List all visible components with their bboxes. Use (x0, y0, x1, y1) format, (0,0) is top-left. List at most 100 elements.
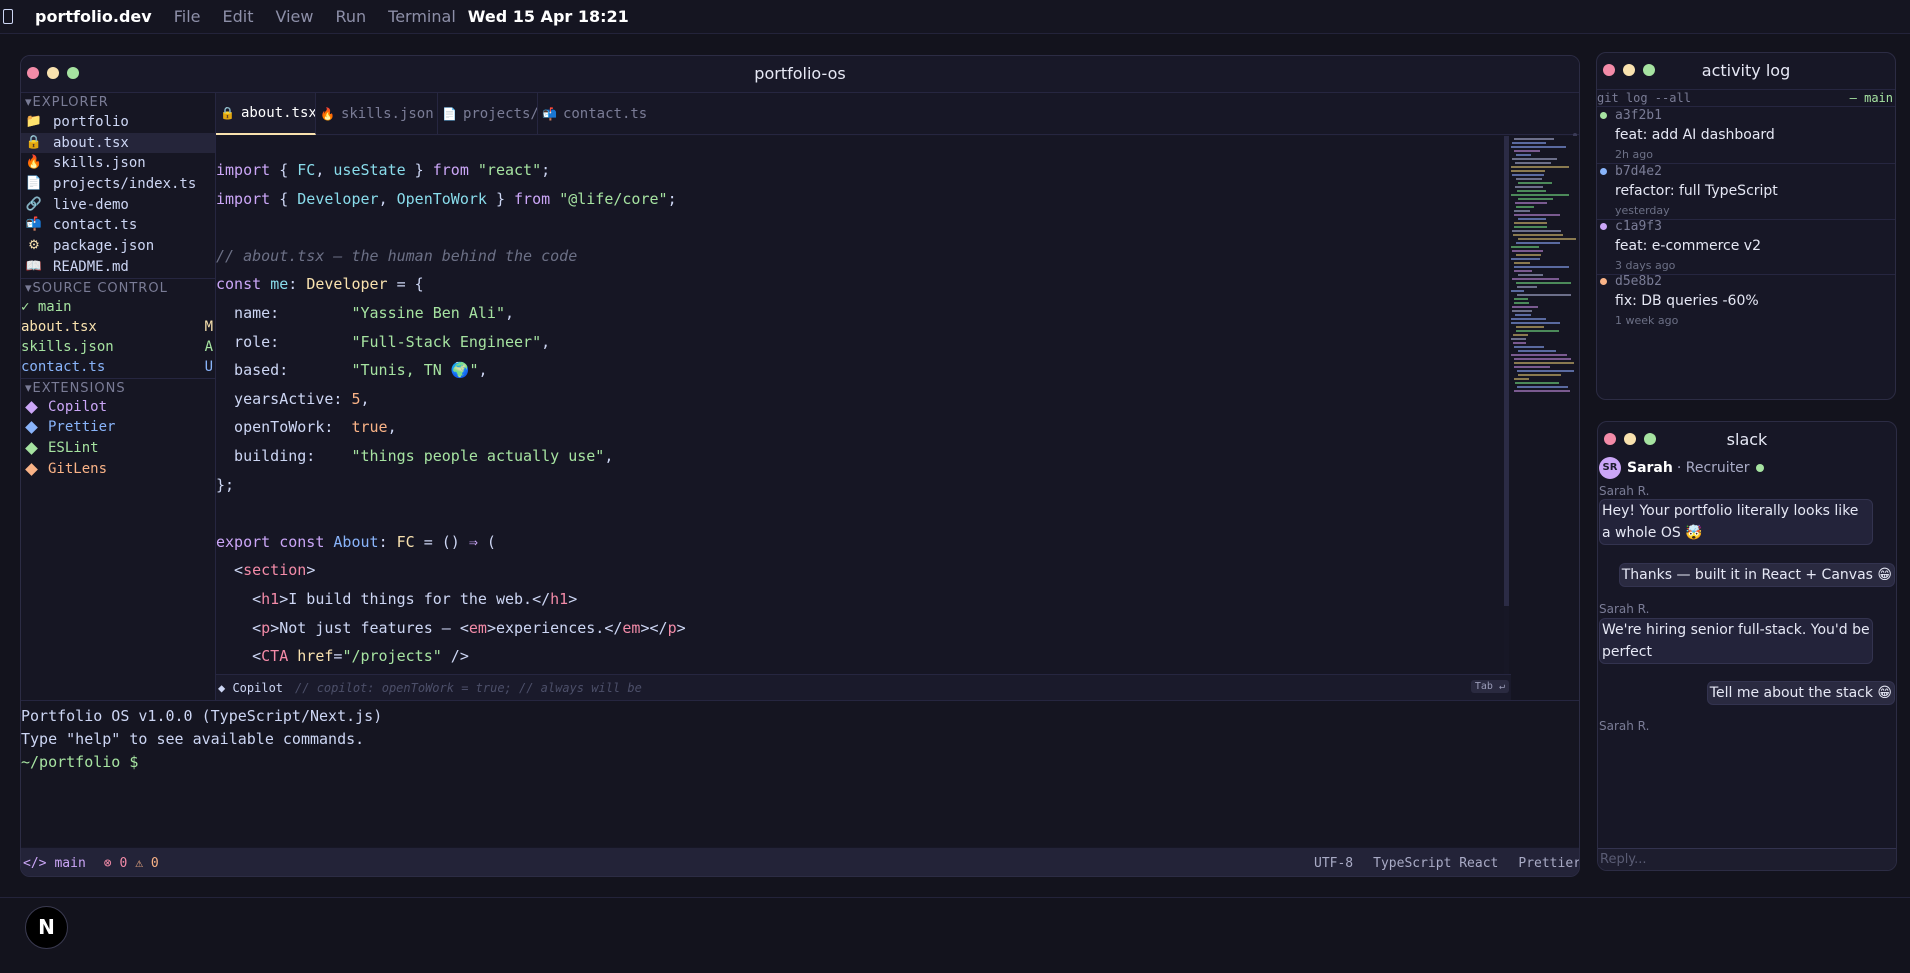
menu-view[interactable]: View (275, 7, 313, 26)
change-item[interactable]: contact.ts U (21, 357, 215, 377)
source-control-heading[interactable]: ▾SOURCE CONTROL (21, 277, 215, 297)
explorer-heading[interactable]: ▾EXPLORER (21, 93, 215, 112)
commit-item[interactable]: a3f2b1 feat: add AI dashboard 2h ago (1597, 108, 1895, 164)
apple-menu-icon[interactable] (3, 9, 13, 24)
status-encoding[interactable]: UTF-8 (1314, 856, 1353, 871)
online-status-icon (1755, 464, 1764, 472)
minimap-line (1512, 278, 1559, 280)
minimap[interactable] (1509, 136, 1579, 700)
commit-item[interactable]: b7d4e2 refactor: full TypeScript yesterd… (1597, 164, 1895, 220)
extension-gitlens[interactable]: GitLens (21, 459, 215, 480)
minimap-line (1517, 370, 1574, 372)
boolean-literal: true (351, 418, 388, 437)
change-file: about.tsx (21, 318, 97, 335)
explorer-item-live-demo[interactable]: 🔗 live-demo (21, 195, 215, 216)
launcher-button[interactable]: N (25, 906, 68, 949)
explorer-item-skills[interactable]: 🔥 skills.json (21, 153, 215, 174)
copilot-label: ◆ Copilot (218, 680, 284, 695)
extension-label: Prettier (48, 419, 116, 436)
minimap-line (1518, 274, 1543, 276)
change-status: M (204, 318, 213, 335)
tab-about[interactable]: 🔒 about.tsx (216, 93, 316, 135)
terminal-line: Portfolio OS v1.0.0 (TypeScript/Next.js) (21, 707, 383, 725)
status-warnings[interactable]: ⚠ 0 (135, 856, 158, 871)
jsx-text: Not just features — (279, 618, 460, 637)
chat-header[interactable]: SR Sarah · Recruiter (1598, 457, 1896, 479)
contact-name: Sarah (1627, 460, 1673, 476)
mailbox-icon: 📬 (542, 107, 557, 121)
extension-copilot[interactable]: Copilot (21, 397, 215, 418)
extension-eslint[interactable]: ESLint (21, 438, 215, 459)
code-line: <h1>I build things for the web.</h1> (216, 589, 578, 608)
minimap-line (1514, 358, 1571, 360)
commit-item[interactable]: c1a9f3 feat: e-commerce v2 3 days ago (1597, 219, 1895, 275)
status-errors[interactable]: ⊗ 0 (104, 856, 127, 871)
slack-window: slack SR Sarah · Recruiter Sarah R. Hey!… (1597, 421, 1897, 871)
minimap-line (1514, 378, 1529, 380)
commit-message: feat: e-commerce v2 (1615, 238, 1761, 254)
code-line: // about.tsx — the human behind the code (216, 242, 1504, 271)
minimap-line (1514, 366, 1550, 368)
terminal-panel[interactable]: Portfolio OS v1.0.0 (TypeScript/Next.js)… (21, 700, 1579, 847)
reply-input[interactable]: Reply... (1598, 848, 1896, 870)
git-command: git log --all (1597, 91, 1691, 105)
minimap-line (1512, 174, 1544, 176)
minimap-line (1514, 346, 1544, 348)
tab-contact[interactable]: 📬 contact.ts (538, 93, 650, 135)
tab-label: about.tsx (240, 105, 316, 121)
change-item[interactable]: skills.json A (21, 337, 215, 357)
commit-dot (1600, 112, 1607, 119)
accept-suggestion-key[interactable]: Tab ↵ (1470, 680, 1509, 693)
minimap-line (1511, 146, 1566, 148)
minimap-line (1512, 250, 1543, 252)
minimap-line (1516, 178, 1542, 180)
explorer-item-label: package.json (53, 238, 155, 255)
explorer-item-readme[interactable]: 📖 README.md (21, 257, 215, 278)
terminal-prompt-line[interactable]: ~/portfolio $ (21, 751, 1579, 774)
commit-hash: a3f2b1 (1615, 108, 1662, 123)
menu-terminal[interactable]: Terminal (388, 7, 456, 26)
editor-tabs: 🔒 about.tsx 🔥 skills.json 📄 projects/ 📬 … (216, 93, 1579, 171)
minimap-line (1513, 334, 1528, 336)
file-icon: 📄 (25, 176, 43, 192)
explorer-item-about[interactable]: 🔒 about.tsx (21, 132, 215, 154)
change-status: U (204, 359, 213, 376)
status-branch[interactable]: main (54, 856, 85, 871)
tab-skills[interactable]: 🔥 skills.json (316, 93, 438, 135)
commit-time: yesterday (1615, 204, 1670, 217)
commit-time: 1 week ago (1615, 314, 1679, 327)
source-control-branch[interactable]: ✓ main (21, 297, 215, 317)
ide-titlebar[interactable]: portfolio-os (21, 56, 1579, 93)
message-bubble-own: Tell me about the stack 😁 (1706, 681, 1895, 705)
extension-prettier[interactable]: Prettier (21, 417, 215, 438)
code-editor[interactable]: import { FC, useState } from "react"; im… (216, 136, 1504, 674)
extensions-heading[interactable]: ▾EXTENSIONS (21, 377, 215, 397)
explorer-item-label: about.tsx (53, 134, 129, 151)
status-language[interactable]: TypeScript React (1373, 856, 1498, 871)
menu-file[interactable]: File (174, 7, 201, 26)
extension-label: Copilot (48, 398, 108, 415)
explorer-item-package[interactable]: ⚙ package.json (21, 236, 215, 257)
minimap-line (1514, 150, 1540, 152)
menu-run[interactable]: Run (335, 7, 366, 26)
code-line: openToWork: true, (216, 418, 397, 437)
explorer-item-projects[interactable]: 📄 projects/index.ts (21, 174, 215, 195)
explorer-item-contact[interactable]: 📬 contact.ts (21, 215, 215, 236)
explorer-item-label: live-demo (53, 196, 129, 213)
code-line: }; (216, 475, 235, 494)
app-name[interactable]: portfolio.dev (35, 7, 152, 26)
code-line: name: "Yassine Ben Ali", (216, 303, 515, 322)
status-formatter[interactable]: Prettier (1518, 856, 1579, 871)
code-line: <CTA href="/projects" /> (216, 647, 469, 666)
string-literal: "things people actually use" (351, 446, 605, 465)
minimap-line (1516, 206, 1534, 208)
change-item[interactable]: about.tsx M (21, 317, 215, 337)
menu-edit[interactable]: Edit (223, 7, 254, 26)
minimap-line (1518, 218, 1546, 220)
minimap-line (1518, 374, 1561, 376)
gear-icon: ⚙ (28, 238, 40, 254)
explorer-item-portfolio[interactable]: 📁 portfolio (21, 112, 215, 133)
commit-item[interactable]: d5e8b2 fix: DB queries -60% 1 week ago (1597, 274, 1895, 330)
tab-projects[interactable]: 📄 projects/ (438, 93, 538, 135)
